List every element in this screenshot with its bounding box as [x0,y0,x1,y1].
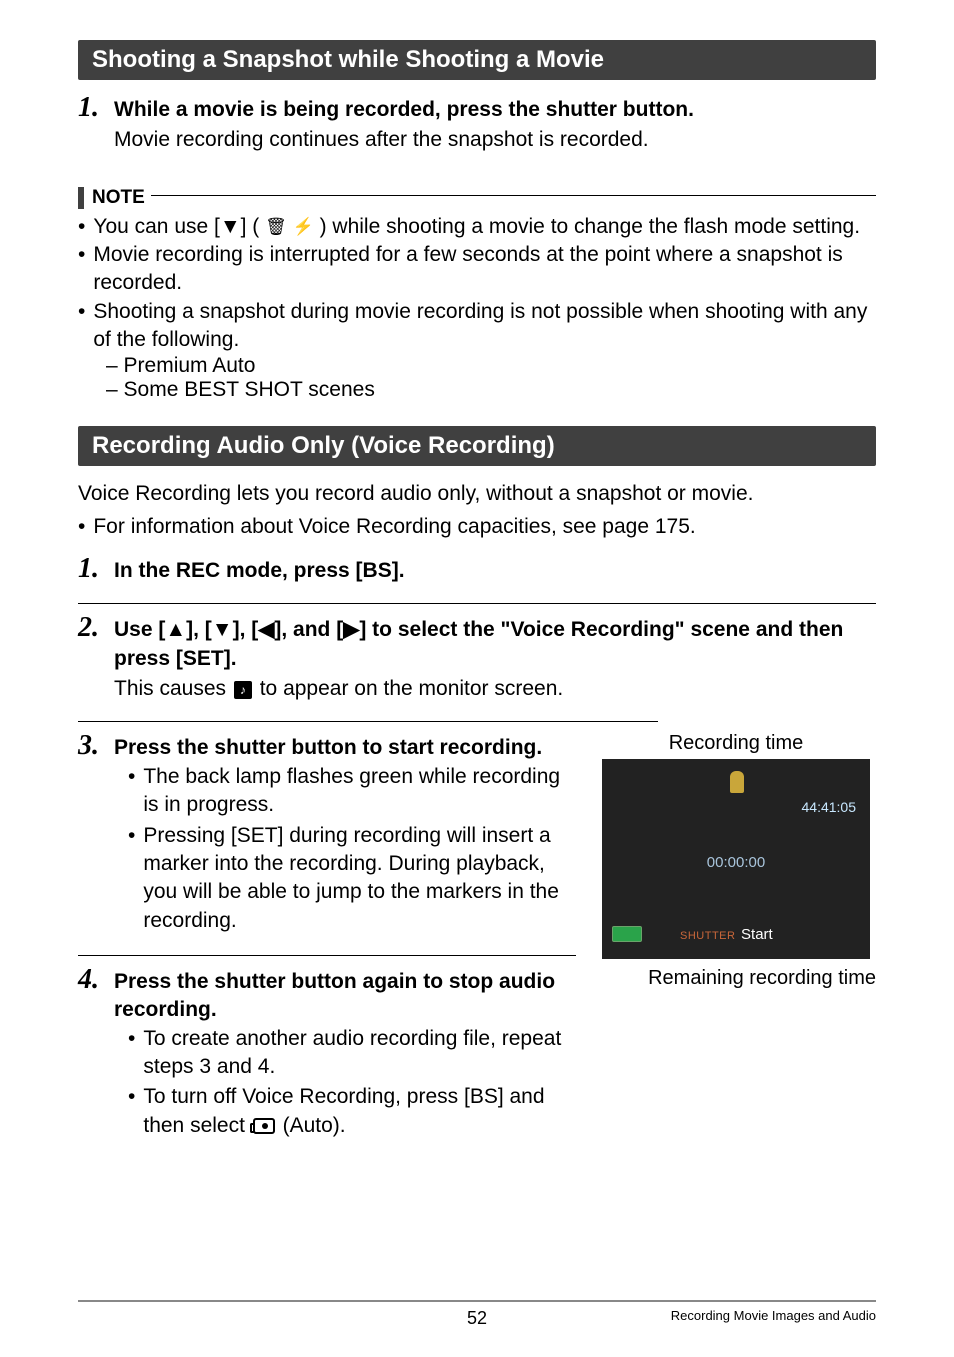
camera-screen: 44:41:05 00:00:00 SHUTTER Start [602,759,870,959]
remaining-time-value: 44:41:05 [802,799,857,815]
auto-mode-icon [253,1118,275,1134]
start-label: Start [741,926,773,943]
step-subtext: Movie recording continues after the snap… [114,126,876,154]
section-heading-1: Shooting a Snapshot while Shooting a Mov… [78,40,876,80]
mic-icon [730,771,744,793]
trash-icon: 🗑 [265,217,287,236]
flash-icon: ⚡ [293,217,314,236]
elapsed-time-value: 00:00:00 [602,854,870,871]
note-bullet-2: Movie recording is interrupted for a few… [78,241,876,298]
step3-bullet-2: Pressing [SET] during recording will ins… [128,822,576,935]
step-title: Press the shutter button again to stop a… [114,968,576,1025]
note-bullet-1: You can use [▼] ( 🗑 ⚡ ) while shooting a… [78,213,876,241]
s2-step2: 2. Use [▲], [▼], [◀], and [▶] to select … [78,614,876,711]
step-number: 2. [78,614,104,642]
page-footer: 52 Recording Movie Images and Audio [78,1300,876,1323]
note-rule [151,195,876,196]
voice-recording-icon: ♪ [234,681,252,699]
step3-bullet-1: The back lamp flashes green while record… [128,763,576,820]
intro-bullet: For information about Voice Recording ca… [78,513,876,541]
s2-step3: 3. Press the shutter button to start rec… [78,732,576,944]
note-bullet-3: Shooting a snapshot during movie recordi… [78,298,876,355]
page-number: 52 [78,1308,876,1329]
battery-icon [612,926,642,942]
note-label: NOTE [78,187,145,209]
step-title: While a movie is being recorded, press t… [114,96,876,124]
divider [78,603,876,604]
step-title: Use [▲], [▼], [◀], and [▶] to select the… [114,616,876,673]
divider [78,721,658,722]
s1-step1: 1. While a movie is being recorded, pres… [78,94,876,163]
section-heading-2: Recording Audio Only (Voice Recording) [78,426,876,466]
note-dash-2: Some BEST SHOT scenes [106,378,876,402]
shutter-label: SHUTTER [680,930,735,942]
caption-remaining-time: Remaining recording time [596,967,876,990]
step-number: 4. [78,966,104,994]
s2-step4: 4. Press the shutter button again to sto… [78,966,576,1150]
step-number: 3. [78,732,104,760]
step4-bullet-1: To create another audio recording file, … [128,1025,576,1082]
step-subtext: This causes ♪ to appear on the monitor s… [114,675,876,703]
note-dash-1: Premium Auto [106,354,876,378]
step-number: 1. [78,555,104,583]
intro-1: Voice Recording lets you record audio on… [78,480,876,508]
step-title: Press the shutter button to start record… [114,734,576,762]
step-title: In the REC mode, press [BS]. [114,557,876,585]
divider [78,955,576,956]
step4-bullet-2: To turn off Voice Recording, press [BS] … [128,1083,576,1140]
step-number: 1. [78,94,104,122]
caption-recording-time: Recording time [596,732,876,755]
s2-step1: 1. In the REC mode, press [BS]. [78,555,876,593]
